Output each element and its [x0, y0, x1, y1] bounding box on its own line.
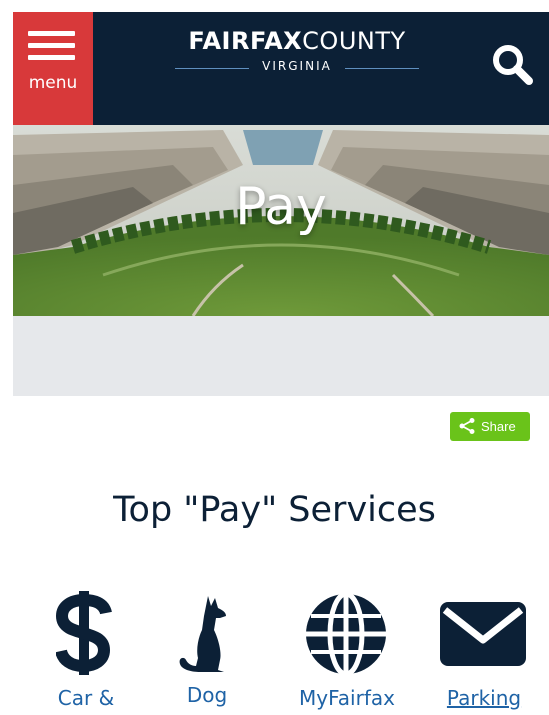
menu-button[interactable]: menu: [13, 12, 93, 125]
share-icon: [459, 418, 475, 434]
dog-icon[interactable]: [178, 594, 230, 674]
hamburger-icon: [28, 55, 75, 60]
dollar-icon[interactable]: [56, 591, 112, 675]
share-button[interactable]: Share: [450, 412, 530, 441]
service-car-label[interactable]: Car &: [34, 686, 138, 710]
globe-icon[interactable]: [304, 592, 388, 676]
logo-subtitle: VIRGINIA: [173, 59, 421, 77]
menu-label: menu: [28, 73, 78, 93]
logo-subtitle-text: VIRGINIA: [262, 59, 332, 73]
logo-wordmark: FAIRFAXCOUNTY: [173, 27, 421, 55]
site-header: menu FAIRFAXCOUNTY VIRGINIA: [13, 12, 549, 125]
share-label: Share: [481, 419, 516, 434]
logo-rule-right: [345, 68, 419, 69]
search-icon: [493, 45, 533, 85]
service-dog-label[interactable]: Dog: [160, 683, 254, 707]
search-button[interactable]: [489, 41, 537, 89]
logo-light-text: COUNTY: [302, 27, 406, 55]
hamburger-icon: [28, 43, 75, 48]
site-logo[interactable]: FAIRFAXCOUNTY VIRGINIA: [173, 27, 421, 87]
hero-banner: Pay: [13, 125, 549, 316]
services-heading: Top "Pay" Services: [113, 490, 436, 530]
service-parking-link[interactable]: Parking: [434, 686, 534, 710]
hamburger-icon: [28, 31, 75, 36]
page-title: Pay: [235, 177, 327, 237]
service-myfairfax-label[interactable]: MyFairfax: [290, 686, 404, 710]
envelope-icon[interactable]: [440, 602, 526, 666]
logo-bold-text: FAIRFAX: [188, 27, 303, 55]
content-band: [13, 316, 549, 396]
